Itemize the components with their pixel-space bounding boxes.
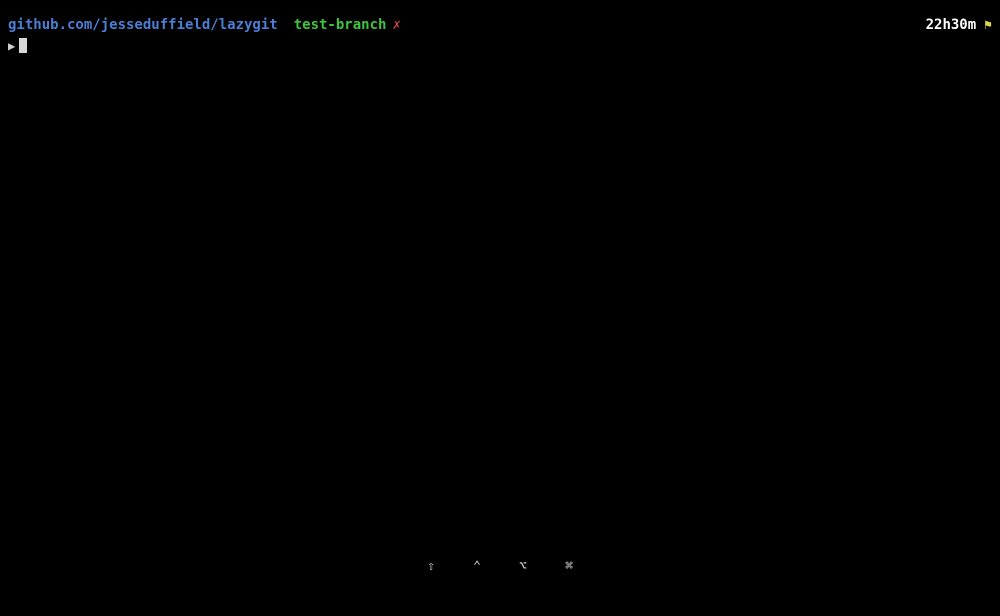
- command-key-icon: ⌘: [561, 558, 577, 574]
- shift-key-icon: ⇧: [423, 558, 439, 574]
- status-right: 22h30m ⚑: [926, 16, 992, 36]
- branch-name: test-branch: [294, 16, 387, 36]
- modifier-key-bar: ⇧ ⌃ ⌥ ⌘: [0, 558, 1000, 574]
- terminal-window[interactable]: github.com/jesseduffield/lazygit test-br…: [0, 0, 1000, 616]
- prompt-line[interactable]: ▶: [8, 38, 992, 55]
- flag-icon: ⚑: [984, 17, 992, 35]
- repo-path: github.com/jesseduffield/lazygit: [8, 16, 278, 36]
- status-left: github.com/jesseduffield/lazygit test-br…: [8, 16, 401, 36]
- git-dirty-icon: ✗: [392, 16, 400, 36]
- status-line: github.com/jesseduffield/lazygit test-br…: [8, 16, 992, 36]
- cursor-icon: [19, 38, 27, 53]
- option-key-icon: ⌥: [515, 558, 531, 574]
- prompt-symbol: ▶: [8, 38, 15, 55]
- ctrl-key-icon: ⌃: [469, 558, 485, 574]
- clock-time: 22h30m: [926, 16, 977, 36]
